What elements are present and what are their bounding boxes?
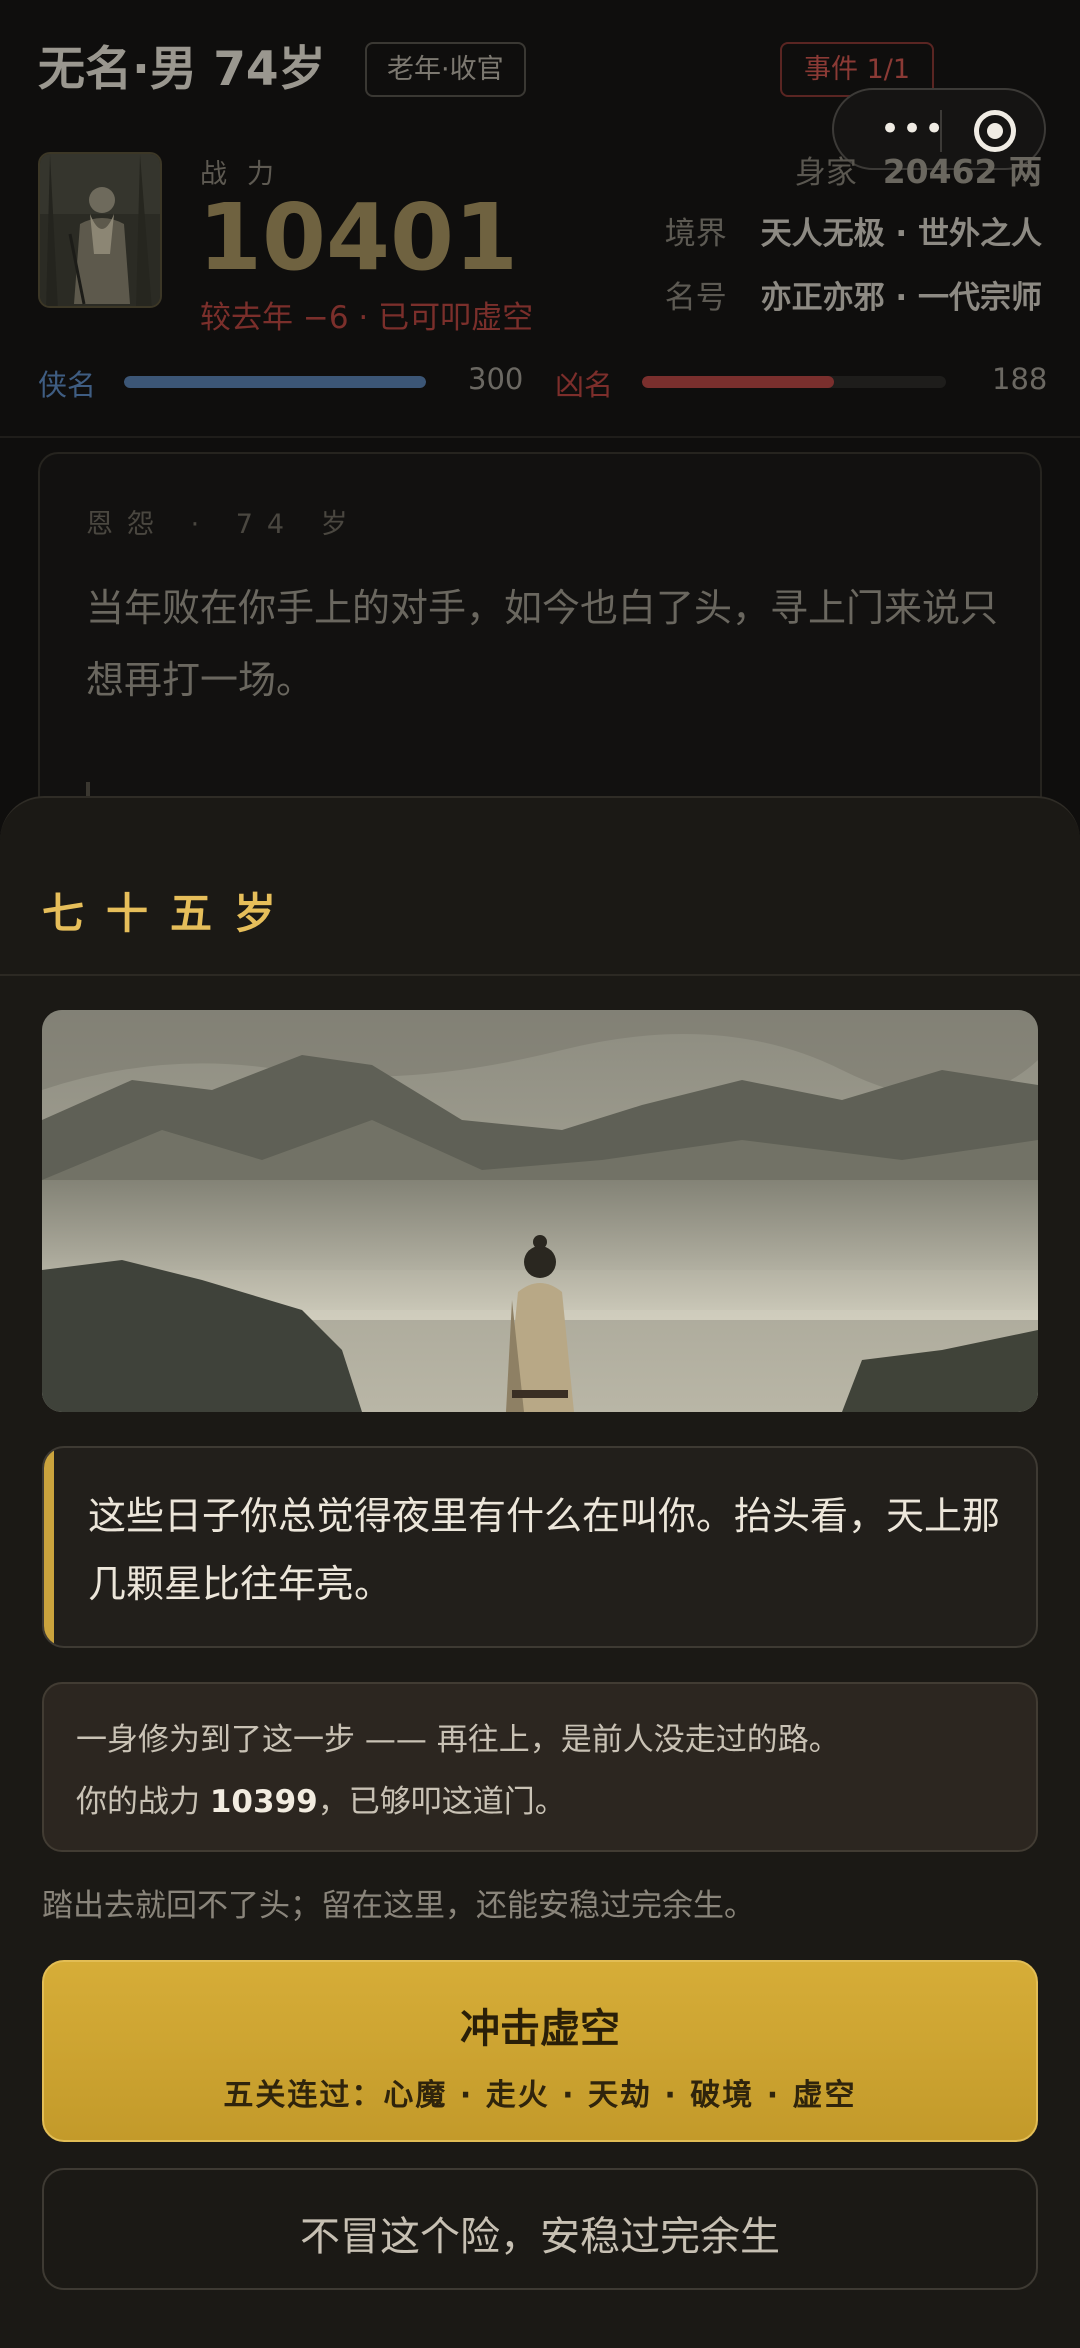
power-info-card: 一身修为到了这一步 —— 再往上，是前人没走过的路。 你的战力 10399，已够… [42, 1682, 1038, 1852]
event-text: 当年败在你手上的对手，如今也白了头，寻上门来说只想再打一场。 [86, 586, 999, 702]
story-text: 这些日子你总觉得夜里有什么在叫你。抬头看，天上那几颗星比往年亮。 [88, 1494, 1001, 1606]
bad-reputation-bar [642, 376, 946, 388]
title-label: 名号 [664, 280, 727, 316]
info-line-1: 一身修为到了这一步 —— 再往上，是前人没走过的路。 [76, 1722, 840, 1758]
wealth-value: 20462 两 [882, 152, 1042, 191]
stay-safe-button-label: 不冒这个险，安稳过完余生 [300, 2214, 780, 2260]
event-meta: 恩怨 · 74 岁 [86, 509, 362, 540]
stay-safe-button[interactable]: 不冒这个险，安稳过完余生 [42, 2168, 1038, 2290]
character-name: 无名·男 74岁 [38, 42, 326, 97]
warning-text: 踏出去就回不了头；留在这里，还能安稳过完余生。 [42, 1888, 755, 1924]
info-line-2-prefix: 你的战力 [76, 1784, 210, 1820]
good-reputation-fill [124, 376, 426, 388]
character-header: 无名·男 74岁 老年·收官 事件 1/1 ••• 战力 10401 较去年 −… [0, 0, 1080, 438]
title-row: 名号 亦正亦邪 · 一代宗师 [665, 272, 1042, 317]
sheet-title: 七十五岁 [42, 889, 299, 938]
realm-label: 境界 [664, 216, 727, 252]
life-stage-badge: 老年·收官 [365, 42, 526, 97]
bad-reputation-fill [642, 376, 834, 388]
info-line-2-suffix: ，已够叩这道门。 [317, 1784, 566, 1820]
story-accent-bar [44, 1448, 54, 1646]
title-value: 亦正亦邪 · 一代宗师 [760, 280, 1042, 316]
story-card: 这些日子你总觉得夜里有什么在叫你。抬头看，天上那几颗星比往年亮。 [42, 1446, 1038, 1648]
good-reputation-bar [124, 376, 426, 388]
realm-value: 天人无极 · 世外之人 [760, 216, 1042, 252]
wealth-row: 身家 20462 两 [795, 145, 1042, 193]
break-void-button-sub: 五关连过：心魔 · 走火 · 天劫 · 破境 · 虚空 [223, 2078, 857, 2113]
year-event-sheet: 七十五岁 这些日子你总觉得夜里有什么在叫你。抬头看，天上那几颗星比往年亮。 一身… [0, 796, 1080, 2348]
scene-illustration [42, 1010, 1038, 1412]
app-root: 无名·男 74岁 老年·收官 事件 1/1 ••• 战力 10401 较去年 −… [0, 0, 1080, 2348]
good-reputation-label: 侠名 [38, 368, 97, 402]
break-void-button-label: 冲击虚空 [460, 2006, 620, 2052]
bad-reputation-label: 凶名 [555, 368, 614, 402]
power-value: 10401 [198, 184, 519, 291]
character-avatar[interactable] [38, 152, 162, 308]
break-void-button[interactable]: 冲击虚空 五关连过：心魔 · 走火 · 天劫 · 破境 · 虚空 [42, 1960, 1038, 2142]
info-line-2: 你的战力 10399，已够叩这道门。 [76, 1776, 566, 1821]
good-reputation-value: 300 [468, 362, 524, 396]
realm-row: 境界 天人无极 · 世外之人 [665, 208, 1042, 253]
more-icon[interactable]: ••• [880, 112, 946, 146]
sheet-divider [0, 974, 1080, 976]
power-delta: 较去年 −6 · 已可叩虚空 [200, 300, 534, 336]
mountain-scene-image [42, 1010, 1038, 1412]
info-power-value: 10399 [209, 1784, 318, 1820]
wealth-label: 身家 [794, 155, 857, 191]
avatar-portrait [40, 154, 160, 306]
bad-reputation-value: 188 [992, 362, 1048, 396]
